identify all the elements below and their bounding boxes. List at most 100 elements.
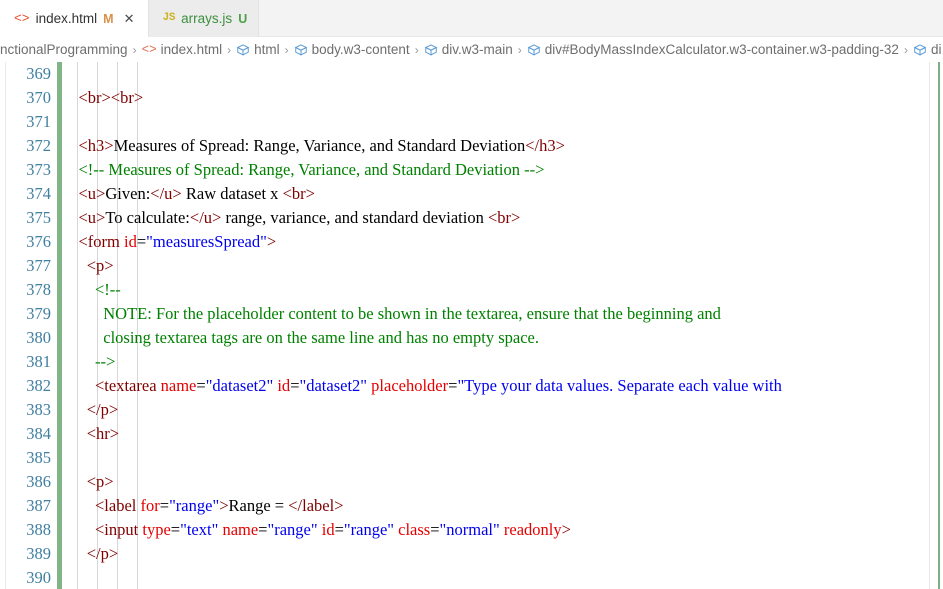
code-line[interactable]: <br><br>	[62, 86, 943, 110]
breadcrumb-label: html	[254, 42, 280, 57]
code-token-tag: <hr>	[62, 424, 120, 443]
symbol-cube-icon	[527, 42, 541, 57]
code-token-tag: </h3>	[525, 136, 565, 155]
code-token-tag: <br>	[487, 208, 521, 227]
code-token-tag: </u>	[189, 208, 222, 227]
code-line[interactable]: -->	[62, 350, 943, 374]
editor-pane: 369 370 371 372 373 374 375 376 377 378 379 380 381 3…	[0, 62, 943, 589]
breadcrumb-item[interactable]: div#BodyMassIndexCalculator.w3-container…	[527, 42, 899, 57]
code-token-tag: <label	[62, 496, 141, 515]
code-token-val: "measuresSpread"	[146, 232, 267, 251]
code-token-punc: =	[159, 496, 170, 515]
line-number: 383	[26, 400, 51, 419]
close-icon[interactable]: ✕	[122, 12, 137, 25]
code-token-punc: =	[170, 520, 181, 539]
code-token-txt: Measures of Spread: Range, Variance, and…	[113, 136, 526, 155]
code-token-val: "Type your data values. Separate each va…	[457, 376, 782, 395]
code-line[interactable]	[62, 446, 943, 470]
code-token-txt: To calculate:	[105, 208, 190, 227]
code-line[interactable]: <p>	[62, 470, 943, 494]
code-token-tag: </p>	[62, 400, 119, 419]
symbol-cube-icon	[913, 42, 927, 57]
code-token-com: -->	[62, 352, 116, 371]
breadcrumb-label: index.html	[160, 42, 223, 57]
code-token-tag: <h3>	[62, 136, 114, 155]
code-line[interactable]: <!--	[62, 278, 943, 302]
code-line[interactable]: <input type="text" name="range" id="rang…	[62, 518, 943, 542]
code-line[interactable]: <u>To calculate:</u> range, variance, an…	[62, 206, 943, 230]
code-token-val: "text"	[180, 520, 219, 539]
overview-ruler[interactable]	[929, 62, 943, 589]
line-number: 376	[26, 232, 51, 251]
code-token-tag: <u>	[62, 208, 106, 227]
code-token-com: <!-- Measures of Spread: Range, Variance…	[62, 160, 545, 179]
code-token-punc: =	[290, 376, 300, 395]
code-token-tag: </label>	[288, 496, 344, 515]
code-line[interactable]: </p>	[62, 542, 943, 566]
code-token-com: closing textarea tags are on the same li…	[62, 328, 539, 347]
code-token-tag: >	[561, 520, 571, 539]
line-number: 386	[26, 472, 51, 491]
code-line[interactable]: </p>	[62, 398, 943, 422]
code-token-attr: placeholder	[371, 376, 449, 395]
code-line[interactable]	[62, 62, 943, 86]
line-number: 374	[26, 184, 51, 203]
line-number: 389	[26, 544, 51, 563]
code-token-attr: name	[222, 520, 259, 539]
breadcrumb-item[interactable]: body.w3-content	[294, 42, 410, 57]
tab-label: index.html	[35, 11, 98, 26]
line-number: 387	[26, 496, 51, 515]
breadcrumb-item[interactable]: di	[913, 42, 941, 57]
code-token-com: <!--	[62, 280, 121, 299]
code-token-attr: id	[321, 520, 335, 539]
code-line[interactable]: <h3>Measures of Spread: Range, Variance,…	[62, 134, 943, 158]
code-line[interactable]: closing textarea tags are on the same li…	[62, 326, 943, 350]
breadcrumb-separator: ›	[284, 42, 289, 57]
code-token-tag: <form	[62, 232, 125, 251]
code-line[interactable]: <p>	[62, 254, 943, 278]
code-line[interactable]: <label for="range">Range = </label>	[62, 494, 943, 518]
html5-icon: <>	[14, 11, 30, 26]
code-line[interactable]	[62, 566, 943, 589]
code-token-val: "normal"	[439, 520, 500, 539]
line-number: 380	[26, 328, 51, 347]
breadcrumb-separator: ›	[903, 42, 908, 57]
tab-bar: <> index.html M ✕ JS arrays.js U	[0, 0, 943, 37]
code-line[interactable]: NOTE: For the placeholder content to be …	[62, 302, 943, 326]
breadcrumb-item[interactable]: div.w3-main	[424, 42, 513, 57]
code-token-attr: id	[124, 232, 137, 251]
code-token-punc: =	[136, 232, 147, 251]
breadcrumb-item[interactable]: nctionalProgramming	[0, 42, 128, 57]
code-line[interactable]: <u>Given:</u> Raw dataset x <br>	[62, 182, 943, 206]
line-number: 378	[26, 280, 51, 299]
breadcrumb-item[interactable]: <> index.html	[142, 42, 223, 57]
breadcrumb-separator: ›	[132, 42, 137, 57]
code-line[interactable]: <textarea name="dataset2" id="dataset2" …	[62, 374, 943, 398]
code-line[interactable]: <!-- Measures of Spread: Range, Variance…	[62, 158, 943, 182]
breadcrumb-item[interactable]: html	[236, 42, 280, 57]
line-number-gutter: 369 370 371 372 373 374 375 376 377 378 379 380 381 3…	[6, 62, 57, 589]
tab-bar-empty-space	[259, 0, 943, 36]
tab-index-html[interactable]: <> index.html M ✕	[0, 0, 149, 37]
breadcrumb-label: nctionalProgramming	[0, 42, 128, 57]
line-number: 377	[26, 256, 51, 275]
code-token-punc: =	[196, 376, 206, 395]
breadcrumb-separator: ›	[414, 42, 419, 57]
tab-arrays-js[interactable]: JS arrays.js U	[148, 0, 260, 37]
code-line[interactable]	[62, 110, 943, 134]
code-line[interactable]: <form id="measuresSpread">	[62, 230, 943, 254]
code-token-tag: >	[266, 232, 277, 251]
code-token-tag: >	[219, 496, 229, 515]
breadcrumb-separator: ›	[517, 42, 522, 57]
code-token-attr: readonly	[503, 520, 562, 539]
line-number: 388	[26, 520, 51, 539]
code-line[interactable]: <hr>	[62, 422, 943, 446]
code-token-tag: <p>	[62, 472, 114, 491]
code-token-txt: range, variance, and standard deviation	[221, 208, 488, 227]
symbol-cube-icon	[294, 42, 308, 57]
code-token-val: "dataset2"	[299, 376, 368, 395]
line-number: 382	[26, 376, 51, 395]
code-content-area[interactable]: <br><br> <h3>Measures of Spread: Range, …	[62, 62, 943, 589]
code-token-txt: Raw dataset x	[181, 184, 283, 203]
code-token-tag: <p>	[62, 256, 114, 275]
